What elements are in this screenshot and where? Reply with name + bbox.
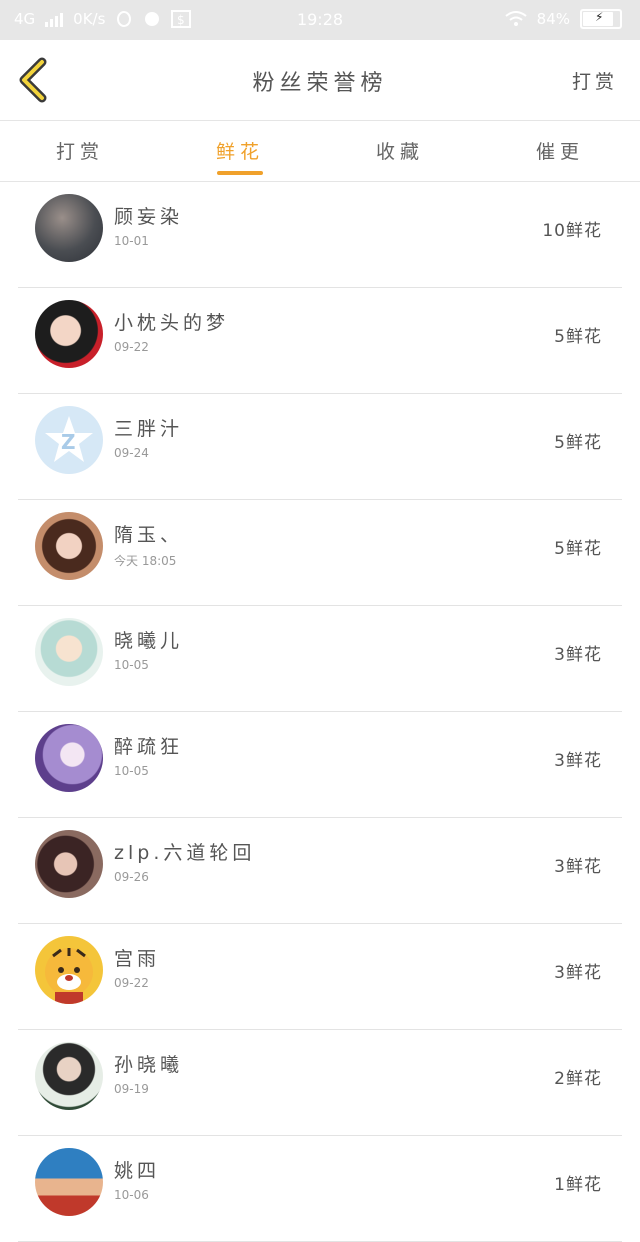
avatar[interactable] [35, 936, 103, 1004]
fan-name: 隋玉、 [114, 524, 184, 546]
fan-row[interactable]: 晓曦儿 10-05 3鲜花 [18, 606, 622, 712]
avatar[interactable] [35, 618, 103, 686]
fan-name: 顾妄染 [114, 206, 184, 228]
flower-count: 3鲜花 [554, 857, 602, 877]
flower-count: 1鲜花 [554, 1175, 602, 1195]
status-bar: 4G 0K/s $ 19:28 84% ⚡ [0, 0, 640, 40]
fan-name: 晓曦儿 [114, 630, 184, 652]
fan-row[interactable]: Z 三胖汁 09-24 5鲜花 [18, 394, 622, 500]
avatar[interactable] [35, 512, 103, 580]
wifi-icon [505, 11, 527, 26]
svg-text:Z: Z [61, 430, 76, 454]
tab-label: 收藏 [375, 141, 424, 163]
fan-row[interactable]: 醉疏狂 10-05 3鲜花 [18, 712, 622, 818]
fan-date: 09-19 [114, 1082, 149, 1096]
fan-name: 醉疏狂 [114, 736, 184, 758]
fan-name: 小枕头的梦 [114, 312, 230, 334]
fan-row[interactable]: 姚四 10-06 1鲜花 [18, 1136, 622, 1242]
avatar[interactable] [35, 1042, 103, 1110]
flower-count: 2鲜花 [554, 1069, 602, 1089]
avatar[interactable] [35, 300, 103, 368]
page-title: 粉丝荣誉榜 [252, 71, 388, 96]
fan-row[interactable]: 宫雨 09-22 3鲜花 [18, 924, 622, 1030]
avatar[interactable] [35, 830, 103, 898]
tiger-avatar-icon [45, 948, 93, 1004]
battery-percent: 84% [536, 10, 570, 28]
fan-date: 10-06 [114, 1188, 149, 1202]
fan-name: zlp.六道轮回 [114, 842, 256, 864]
fan-row[interactable]: 顾妄染 10-01 10鲜花 [18, 182, 622, 288]
status-right: 84% ⚡ [505, 9, 622, 29]
reward-button[interactable]: 打赏 [572, 67, 618, 94]
fan-list: 顾妄染 10-01 10鲜花 小枕头的梦 09-22 5鲜花 Z 三胖汁 09-… [0, 182, 640, 1242]
flower-count: 3鲜花 [554, 751, 602, 771]
fan-name: 孙晓曦 [114, 1054, 184, 1076]
fan-date: 09-22 [114, 340, 149, 354]
fan-name: 三胖汁 [114, 418, 184, 440]
active-tab-indicator [217, 171, 263, 175]
flower-count: 5鲜花 [554, 539, 602, 559]
avatar[interactable] [35, 1148, 103, 1216]
flower-count: 10鲜花 [542, 221, 602, 241]
flower-count: 5鲜花 [554, 327, 602, 347]
fan-row[interactable]: 孙晓曦 09-19 2鲜花 [18, 1030, 622, 1136]
fan-date: 10-05 [114, 764, 149, 778]
tab-urge-update[interactable]: 催更 [480, 121, 640, 181]
fan-row[interactable]: 小枕头的梦 09-22 5鲜花 [18, 288, 622, 394]
fan-date: 09-24 [114, 446, 149, 460]
fan-row[interactable]: 隋玉、 今天 18:05 5鲜花 [18, 500, 622, 606]
tab-flowers[interactable]: 鲜花 [160, 121, 320, 181]
avatar[interactable] [35, 194, 103, 262]
battery-icon: ⚡ [580, 9, 622, 29]
fan-date: 09-26 [114, 870, 149, 884]
fan-date: 09-22 [114, 976, 149, 990]
fan-date: 10-05 [114, 658, 149, 672]
fan-name: 姚四 [114, 1160, 161, 1182]
avatar[interactable]: Z [35, 406, 103, 474]
fan-name: 宫雨 [114, 948, 161, 970]
app-header: 粉丝荣誉榜 打赏 [0, 40, 640, 121]
fan-date: 今天 18:05 [114, 554, 177, 568]
tab-label: 鲜花 [215, 141, 264, 163]
tab-label: 打赏 [55, 141, 104, 163]
flower-count: 3鲜花 [554, 645, 602, 665]
fan-row[interactable]: zlp.六道轮回 09-26 3鲜花 [18, 818, 622, 924]
tab-favorites[interactable]: 收藏 [320, 121, 480, 181]
avatar[interactable] [35, 724, 103, 792]
tab-label: 催更 [535, 141, 584, 163]
default-avatar-icon: Z [45, 416, 93, 462]
flower-count: 3鲜花 [554, 963, 602, 983]
flower-count: 5鲜花 [554, 433, 602, 453]
fan-date: 10-01 [114, 234, 149, 248]
tab-bar: 打赏 鲜花 收藏 催更 [0, 121, 640, 182]
tab-reward[interactable]: 打赏 [0, 121, 160, 181]
